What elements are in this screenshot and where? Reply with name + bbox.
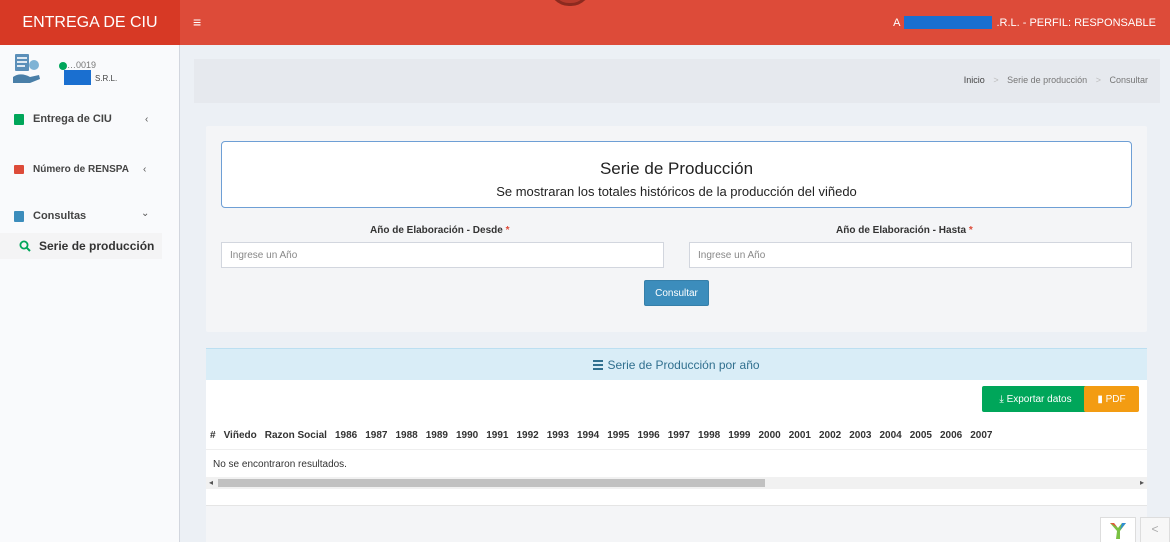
menu-toggle-icon[interactable]: ≡: [193, 14, 201, 30]
breadcrumb-current: Consultar: [1109, 75, 1148, 85]
sidebar-item-label: Número de RENSPA: [33, 163, 129, 175]
column-header[interactable]: 2002: [815, 422, 845, 449]
hasta-label-text: Año de Elaboración - Hasta: [836, 225, 967, 236]
results-table: # Viñedo Razon Social 1986 1987 1988 198…: [206, 422, 1147, 450]
scroll-right-icon[interactable]: ▸: [1140, 477, 1144, 489]
id-card-icon: [14, 164, 24, 174]
horizontal-scrollbar[interactable]: ◂ ▸: [206, 477, 1147, 489]
column-header[interactable]: Viñedo: [220, 422, 261, 449]
chevron-down-icon: ⌄: [141, 208, 150, 219]
hasta-label: Año de Elaboración - Hasta *: [836, 225, 973, 236]
breadcrumb-serie[interactable]: Serie de producción: [1007, 75, 1087, 85]
column-header[interactable]: 1988: [391, 422, 421, 449]
sidebar: …0019 S.R.L. Entrega de CIU ‹ Número de …: [0, 45, 180, 542]
list-icon: [593, 359, 604, 370]
pdf-button[interactable]: ▮ PDF: [1084, 386, 1139, 412]
sidebar-subitem-serie-produccion[interactable]: Serie de producción: [0, 233, 162, 259]
content-header: Inicio > Serie de producción > Consultar: [194, 59, 1160, 103]
results-header: Serie de Producción por año: [206, 349, 1147, 380]
export-data-button[interactable]: ⤓ Exportar datos: [982, 386, 1089, 412]
required-mark: *: [968, 225, 973, 236]
submenu-item-label: Serie de producción: [39, 239, 155, 253]
breadcrumb-separator: >: [1095, 75, 1101, 85]
results-panel: Serie de Producción por año ⤓ Exportar d…: [206, 348, 1147, 542]
sidebar-item-consultas[interactable]: Consultas ⌄: [0, 199, 180, 233]
app-brand[interactable]: ENTREGA DE CIU: [0, 0, 180, 45]
top-navbar: ENTREGA DE CIU ≡ A .R.L. - PERFIL: RESPO…: [0, 0, 1170, 45]
column-header[interactable]: 1994: [573, 422, 603, 449]
page-title: Serie de Producción: [599, 159, 754, 178]
column-header[interactable]: 2001: [785, 422, 815, 449]
page-subtitle: Se mostraran los totales históricos de l…: [496, 184, 857, 199]
column-header[interactable]: 1986: [331, 422, 361, 449]
results-title: Serie de Producción por año: [607, 357, 760, 372]
sidebar-item-numero-renspa[interactable]: Número de RENSPA ‹: [0, 152, 180, 186]
export-label: Exportar datos: [1006, 393, 1072, 405]
yii-logo-icon: [1110, 523, 1126, 539]
column-header[interactable]: 1989: [422, 422, 452, 449]
user-id: …0019: [67, 60, 97, 70]
column-header[interactable]: 1992: [512, 422, 542, 449]
column-header[interactable]: 2006: [936, 422, 966, 449]
column-header[interactable]: #: [206, 422, 220, 449]
form-title-box: Serie de Producción Se mostraran los tot…: [221, 141, 1132, 208]
breadcrumb-separator: >: [993, 75, 999, 85]
scrollbar-thumb[interactable]: [218, 479, 765, 487]
consultar-button[interactable]: Consultar: [644, 280, 709, 306]
download-icon: ⤓: [999, 393, 1004, 405]
year-to-input[interactable]: [689, 242, 1132, 268]
user-profile-text: .R.L. - PERFIL: RESPONSABLE: [996, 16, 1156, 29]
file-icon: [14, 113, 24, 125]
column-header[interactable]: 1993: [543, 422, 573, 449]
sidebar-item-label: Entrega de CIU: [33, 113, 112, 125]
column-header[interactable]: 2003: [845, 422, 875, 449]
chevron-left-icon: ‹: [145, 113, 149, 125]
yii-debug-toolbar-logo[interactable]: [1100, 517, 1136, 542]
company-suffix: S.R.L.: [95, 74, 118, 83]
user-panel: …0019 S.R.L.: [0, 45, 179, 99]
breadcrumb: Inicio > Serie de producción > Consultar: [964, 75, 1148, 85]
search-icon: [19, 240, 31, 252]
empty-message: No se encontraron resultados.: [213, 459, 347, 470]
pdf-label: PDF: [1105, 393, 1126, 405]
column-header[interactable]: Razon Social: [261, 422, 331, 449]
files-icon: [14, 210, 24, 222]
column-header[interactable]: 1991: [482, 422, 512, 449]
column-header[interactable]: 2000: [754, 422, 784, 449]
header-emblem: [549, 0, 591, 6]
column-header[interactable]: 1990: [452, 422, 482, 449]
redacted-user-name: [904, 16, 993, 29]
column-header[interactable]: 2005: [906, 422, 936, 449]
results-footer: [206, 505, 1147, 542]
required-mark: *: [505, 225, 510, 236]
column-header[interactable]: 1999: [724, 422, 754, 449]
column-header[interactable]: 1987: [361, 422, 391, 449]
column-header[interactable]: 2004: [875, 422, 905, 449]
column-header[interactable]: 1998: [694, 422, 724, 449]
file-icon: ▮: [1097, 393, 1103, 405]
avatar-icon: [13, 54, 40, 83]
online-status-icon: [59, 62, 67, 70]
scroll-left-icon[interactable]: ◂: [209, 477, 213, 489]
breadcrumb-home[interactable]: Inicio: [964, 75, 985, 85]
table-header-row: # Viñedo Razon Social 1986 1987 1988 198…: [206, 422, 996, 449]
user-profile-label[interactable]: A .R.L. - PERFIL: RESPONSABLE: [893, 16, 1156, 29]
year-from-input[interactable]: [221, 242, 664, 268]
desde-label-text: Año de Elaboración - Desde: [370, 225, 503, 236]
column-header[interactable]: 1997: [664, 422, 694, 449]
column-header[interactable]: 1996: [633, 422, 663, 449]
collapse-arrow-icon[interactable]: <: [1140, 517, 1170, 542]
column-header[interactable]: 1995: [603, 422, 633, 449]
redacted-company-name: [64, 70, 91, 85]
chevron-left-icon: ‹: [143, 163, 147, 175]
column-header[interactable]: 2007: [966, 422, 996, 449]
user-name-prefix: A: [893, 16, 901, 29]
desde-label: Año de Elaboración - Desde *: [370, 225, 510, 236]
sidebar-item-label: Consultas: [33, 210, 87, 222]
sidebar-item-entrega-ciu[interactable]: Entrega de CIU ‹: [0, 102, 180, 136]
